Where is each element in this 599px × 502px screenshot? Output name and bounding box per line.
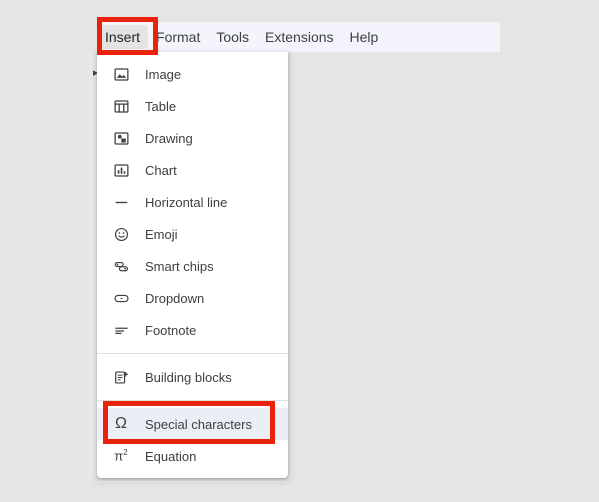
menu-item-insert[interactable]: Insert — [97, 25, 149, 49]
menu-option-label: Image — [145, 66, 182, 82]
menu-option-label: Drawing — [145, 130, 193, 146]
insert-menu-dropdown: Image Table Drawing Chart Horizontal lin… — [97, 52, 288, 482]
menu-divider-bottom — [97, 481, 288, 482]
screen-canvas: ▸ Insert Format Tools Extensions Help Im… — [0, 0, 599, 502]
menu-option-table[interactable]: Table — [97, 90, 288, 122]
menu-option-label: Building blocks — [145, 369, 232, 385]
menu-option-chart[interactable]: Chart — [97, 154, 288, 186]
menu-option-special-characters[interactable]: Ω Special characters — [97, 408, 288, 440]
menu-option-building-blocks[interactable]: Building blocks — [97, 361, 288, 393]
menu-option-smart-chips[interactable]: Smart chips — [97, 250, 288, 282]
menu-option-label: Smart chips — [145, 258, 214, 274]
pi-glyph: π2 — [114, 448, 128, 464]
menu-option-equation[interactable]: π2 Equation — [97, 440, 288, 472]
omega-icon: Ω — [111, 414, 131, 434]
menu-option-label: Equation — [145, 448, 197, 464]
menu-option-label: Horizontal line — [145, 194, 228, 210]
menu-option-footnote[interactable]: Footnote — [97, 314, 288, 346]
document-gutter — [89, 52, 97, 478]
image-icon — [111, 64, 131, 84]
menu-option-label: Footnote — [145, 322, 197, 338]
drawing-icon — [111, 128, 131, 148]
dropdown-icon — [111, 288, 131, 308]
menu-option-image[interactable]: Image — [97, 58, 288, 90]
smart-chips-icon — [111, 256, 131, 276]
menu-divider — [97, 353, 288, 354]
equation-icon: π2 — [111, 446, 131, 466]
menu-bar: Insert Format Tools Extensions Help — [97, 22, 386, 52]
table-icon — [111, 96, 131, 116]
footnote-icon — [111, 320, 131, 340]
omega-glyph: Ω — [115, 415, 127, 432]
emoji-icon — [111, 224, 131, 244]
menu-option-label: Chart — [145, 162, 177, 178]
chart-icon — [111, 160, 131, 180]
menu-option-emoji[interactable]: Emoji — [97, 218, 288, 250]
menu-option-horizontal-line[interactable]: Horizontal line — [97, 186, 288, 218]
menu-option-label: Dropdown — [145, 290, 205, 306]
horizontal-line-icon — [111, 192, 131, 212]
menu-option-dropdown[interactable]: Dropdown — [97, 282, 288, 314]
menu-item-help[interactable]: Help — [342, 25, 387, 49]
menu-option-label: Emoji — [145, 226, 178, 242]
menu-option-drawing[interactable]: Drawing — [97, 122, 288, 154]
building-blocks-icon — [111, 367, 131, 387]
menu-divider — [97, 400, 288, 401]
menu-option-label: Table — [145, 98, 177, 114]
menu-item-extensions[interactable]: Extensions — [257, 25, 341, 49]
menu-option-label: Special characters — [145, 416, 252, 432]
menu-item-format[interactable]: Format — [148, 25, 208, 49]
menu-item-tools[interactable]: Tools — [208, 25, 257, 49]
